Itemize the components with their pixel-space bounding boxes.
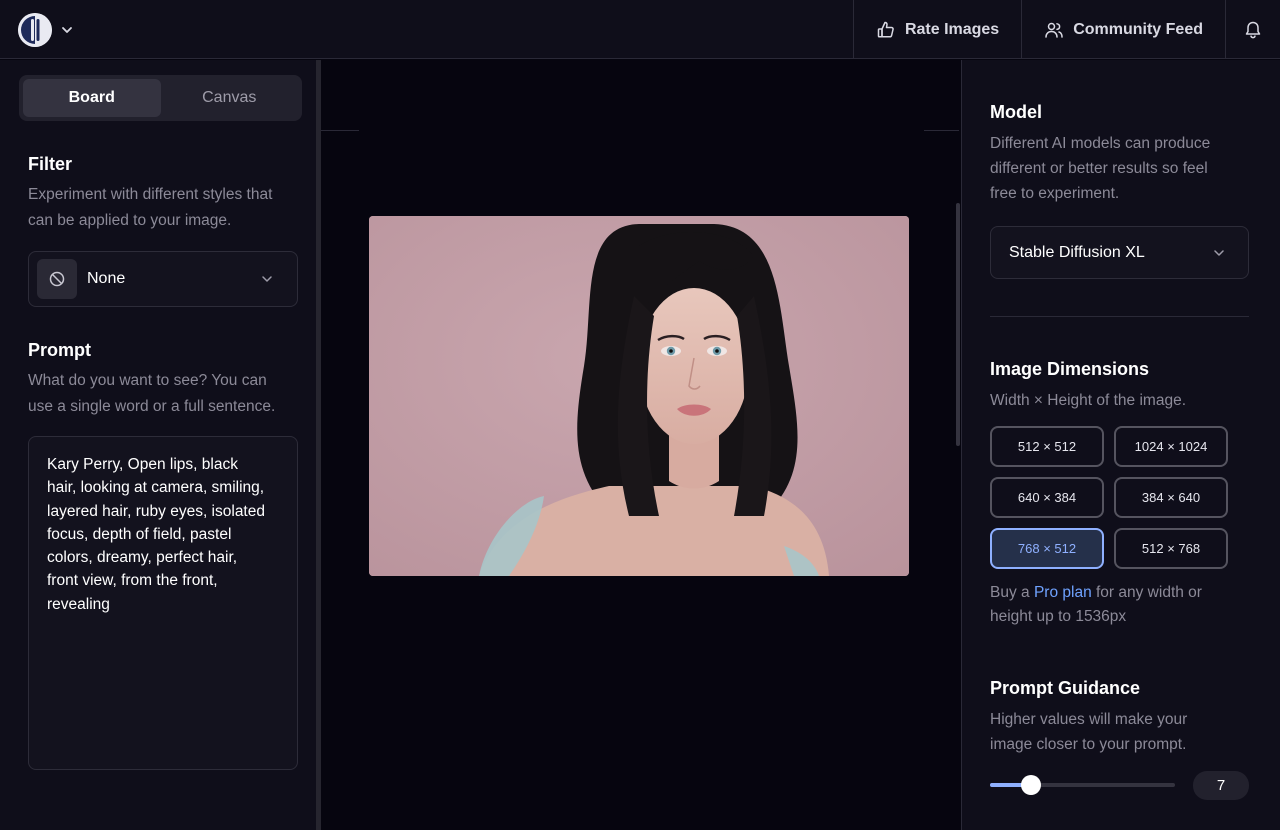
divider (924, 130, 959, 131)
model-description-line: free to experiment. (990, 185, 1120, 202)
dimension-option[interactable]: 768 × 512 (990, 528, 1104, 569)
prompt-description: What do you want to see? You can use a s… (28, 368, 275, 420)
filter-description-line: Experiment with different styles that (28, 186, 273, 203)
prompt-description-line: use a single word or a full sentence. (28, 398, 276, 415)
prompt-description-line: What do you want to see? You can (28, 372, 267, 389)
board-scrollbar[interactable] (956, 203, 960, 446)
model-description-line: different or better results so feel (990, 160, 1208, 177)
guidance-title: Prompt Guidance (990, 678, 1141, 698)
ban-icon (37, 259, 77, 299)
chevron-down-icon (1214, 249, 1224, 256)
app-logo-icon (18, 13, 52, 47)
image-board (321, 60, 961, 830)
guidance-description-line: image closer to your prompt. (990, 736, 1187, 753)
dimension-option[interactable]: 1024 × 1024 (1114, 426, 1228, 467)
bell-icon (1245, 21, 1261, 38)
prompt-textarea[interactable]: Kary Perry, Open lips, black hair, looki… (28, 436, 298, 770)
model-select[interactable]: Stable Diffusion XL (990, 226, 1249, 279)
divider (990, 316, 1249, 317)
model-description: Different AI models can produce differen… (990, 131, 1210, 206)
pro-note-text: for any width or (1091, 584, 1202, 601)
dimension-option[interactable]: 512 × 512 (990, 426, 1104, 467)
prompt-title: Prompt (28, 340, 91, 360)
chevron-down-icon (262, 276, 272, 282)
pro-note-text: height up to 1536px (990, 608, 1127, 625)
tab-board[interactable]: Board (23, 79, 161, 117)
prompt-text-line: front view, from the front, (47, 572, 218, 590)
generated-image[interactable] (369, 216, 909, 576)
dimensions-title: Image Dimensions (990, 359, 1150, 379)
app-menu-button[interactable] (18, 12, 80, 48)
prompt-text-line: Kary Perry, Open lips, black (47, 456, 238, 473)
prompt-text-line: layered hair, ruby eyes, isolated (47, 502, 265, 520)
slider-thumb[interactable] (1020, 775, 1041, 795)
notifications-button[interactable] (1225, 0, 1280, 59)
settings-panel: Model Different AI models can produce di… (961, 60, 1280, 830)
model-title: Model (990, 102, 1042, 122)
filter-description: Experiment with different styles that ca… (28, 182, 272, 234)
tab-canvas[interactable]: Canvas (161, 79, 299, 117)
dimension-option[interactable]: 384 × 640 (1114, 477, 1228, 518)
filter-select[interactable]: None (28, 251, 298, 307)
top-bar: Rate Images Community Feed (0, 0, 1280, 59)
guidance-description: Higher values will make your image close… (990, 707, 1187, 757)
prompt-text-line: colors, dreamy, perfect hair, (47, 549, 238, 567)
view-mode-toggle: Board Canvas (19, 75, 302, 121)
guidance-value[interactable]: 7 (1193, 771, 1249, 800)
prompt-text-line: focus, depth of field, pastel (47, 525, 232, 543)
filter-description-line: can be applied to your image. (28, 212, 232, 229)
divider (321, 130, 359, 131)
users-icon (1045, 22, 1063, 38)
rate-images-label: Rate Images (904, 20, 1000, 38)
thumbs-up-icon (877, 21, 894, 38)
community-feed-button[interactable]: Community Feed (1021, 0, 1225, 59)
model-description-line: Different AI models can produce (990, 135, 1211, 152)
community-feed-label: Community Feed (1073, 20, 1203, 38)
rate-images-button[interactable]: Rate Images (852, 0, 1021, 59)
left-sidebar: Board Canvas Filter Experiment with diff… (0, 60, 316, 830)
guidance-slider[interactable] (990, 775, 1175, 795)
dimensions-description: Width × Height of the image. (990, 392, 1187, 409)
guidance-description-line: Higher values will make your (990, 711, 1188, 728)
dimension-options: 512 × 512 1024 × 1024 640 × 384 384 × 64… (990, 426, 1228, 569)
dimension-option[interactable]: 640 × 384 (990, 477, 1104, 518)
dimension-option[interactable]: 512 × 768 (1114, 528, 1228, 569)
prompt-text-line: revealing (47, 595, 110, 613)
filter-value: None (87, 270, 126, 287)
prompt-text-line: hair, looking at camera, smiling, (47, 479, 265, 497)
pro-plan-link[interactable]: Pro plan (1034, 584, 1092, 601)
chevron-down-icon (62, 27, 72, 33)
pro-note-text: Buy a (990, 584, 1034, 601)
pro-plan-note: Buy a Pro plan for any width or height u… (990, 581, 1249, 629)
model-value: Stable Diffusion XL (1009, 243, 1145, 261)
filter-title: Filter (28, 154, 73, 174)
